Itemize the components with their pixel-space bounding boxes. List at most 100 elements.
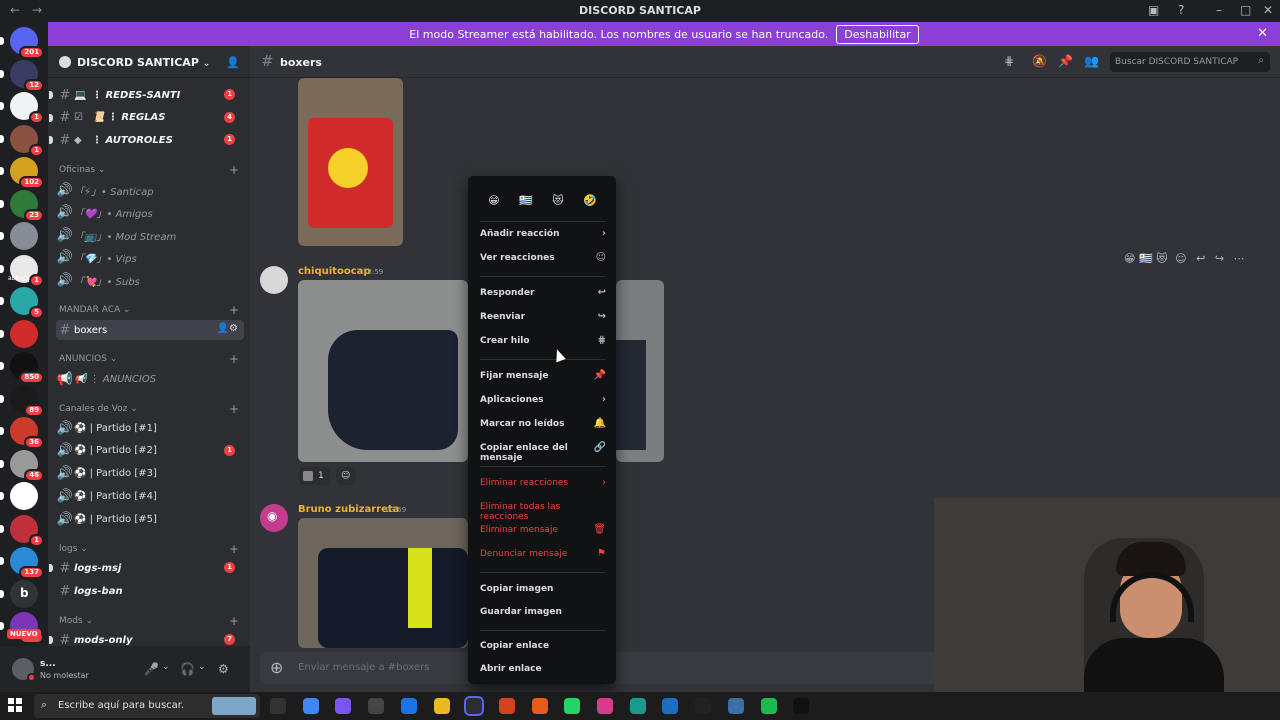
copilot-icon[interactable] — [335, 698, 352, 714]
menu-item[interactable]: Responder ↩ — [480, 287, 606, 298]
window-close-icon[interactable]: ✕ — [1263, 3, 1273, 17]
voice-channel[interactable]: 🔊 ⚽ | Partido [#5] — [56, 509, 244, 529]
server-icon[interactable]: 137 — [0, 547, 44, 579]
maximize-icon[interactable]: □ — [1240, 3, 1251, 17]
app-icon[interactable] — [793, 698, 810, 714]
server-icon[interactable]: 1 — [0, 514, 44, 547]
spotify-icon[interactable] — [760, 698, 777, 714]
server-icon[interactable]: 23 — [0, 189, 44, 222]
sidebar-channel[interactable]: # logs-ban — [56, 581, 244, 601]
message-author[interactable]: chiquitoocap — [298, 266, 371, 277]
quick-reaction-icon[interactable]: 🤣 — [582, 193, 598, 209]
add-channel-icon[interactable]: + — [229, 542, 239, 556]
menu-item[interactable]: Aplicaciones › — [480, 394, 606, 405]
category-anuncios[interactable]: ANUNCIOS ⌄ + — [59, 352, 239, 366]
category-logs[interactable]: logs ⌄ + — [59, 542, 239, 556]
chevron-down-icon[interactable]: ⌄ — [198, 662, 206, 672]
reply-icon[interactable]: ↩ — [1196, 252, 1205, 265]
voice-channel[interactable]: 🔊 「💎」• Vips — [56, 248, 244, 268]
more-icon[interactable]: ⋯ — [1234, 252, 1245, 265]
app-icon[interactable] — [597, 698, 613, 714]
chrome-icon[interactable] — [302, 698, 319, 714]
voice-channel[interactable]: 🔊 「📺」• Mod Stream — [56, 225, 244, 245]
avatar[interactable] — [260, 266, 288, 294]
disable-streamer-button[interactable]: Deshabilitar — [836, 24, 919, 44]
menu-item[interactable]: Abrir enlace — [480, 664, 606, 674]
windows-start-icon[interactable] — [8, 698, 22, 712]
member-list-icon[interactable]: 👥 — [1084, 54, 1099, 68]
server-icon[interactable]: 36 — [0, 417, 44, 449]
file-explorer-icon[interactable] — [433, 698, 450, 714]
avatar[interactable] — [12, 658, 36, 682]
quick-reaction-icon[interactable]: 😁 — [486, 193, 502, 209]
sidebar-channel[interactable]: # logs-msj 1 — [49, 558, 244, 578]
voice-channel[interactable]: 🔊 「⚡」• Santicap — [56, 180, 244, 200]
banner-close-icon[interactable]: ✕ — [1257, 26, 1268, 41]
sidebar-item-boxers[interactable]: # boxers 👤⚙ — [56, 320, 244, 340]
menu-item[interactable]: Denunciar mensaje ⚑ — [480, 548, 606, 559]
server-icon[interactable] — [0, 482, 38, 510]
menu-item[interactable]: Copiar imagen — [480, 584, 606, 594]
pin-icon[interactable]: 📌 — [1058, 54, 1073, 68]
voice-channel[interactable]: 🔊 ⚽ | Partido [#3] — [56, 464, 244, 484]
avatar[interactable]: ◉ — [260, 504, 288, 532]
menu-item[interactable]: Guardar imagen — [480, 607, 606, 617]
category-mandar-aca[interactable]: MANDAR ACA ⌄ + — [59, 303, 239, 317]
menu-item[interactable]: Fijar mensaje 📌 — [480, 370, 606, 381]
settings-gear-icon[interactable]: ⚙ — [218, 662, 229, 676]
epic-icon[interactable] — [368, 698, 385, 714]
taskbar-search[interactable]: ⌕ Escribe aquí para buscar. — [34, 694, 260, 718]
server-icon[interactable]: 850 — [0, 352, 44, 384]
message-image-boxers-3[interactable] — [298, 518, 468, 648]
server-icon[interactable]: 12 — [0, 59, 44, 92]
task-view-icon[interactable] — [270, 698, 286, 714]
forward-icon[interactable]: ↪ — [1215, 252, 1224, 265]
discord-icon[interactable] — [464, 696, 485, 716]
quick-reaction-icon[interactable]: 😻 — [1156, 252, 1167, 265]
add-reaction-icon[interactable]: ☺ — [1175, 252, 1186, 265]
voice-channel[interactable]: 🔊 ⚽ | Partido [#1] — [56, 418, 244, 438]
category-mods[interactable]: Mods ⌄ + — [59, 614, 239, 628]
chevron-down-icon[interactable]: ⌄ — [162, 662, 170, 672]
capcut-icon[interactable] — [695, 698, 712, 714]
menu-item[interactable]: Ver reacciones ☺ — [480, 252, 606, 263]
menu-item[interactable]: Marcar no leídos 🔔 — [480, 418, 606, 429]
minimize-icon[interactable]: – — [1216, 3, 1222, 17]
server-icon[interactable]: 201 — [0, 27, 44, 59]
message-image-shirt[interactable] — [298, 78, 403, 246]
add-reaction-icon[interactable]: ☺ — [336, 467, 356, 485]
help-icon[interactable]: ? — [1178, 3, 1184, 17]
add-channel-icon[interactable]: + — [229, 303, 239, 317]
shield-icon[interactable] — [727, 698, 744, 714]
menu-item[interactable]: Crear hilo ⋕ — [480, 335, 606, 346]
sidebar-channel[interactable]: # 💻 ⋮ REDES-SANTI 1 — [49, 85, 244, 105]
category-voice[interactable]: Canales de Voz ⌄ + — [59, 402, 239, 416]
voice-channel[interactable]: 🔊 ⚽ | Partido [#4] — [56, 486, 244, 506]
server-icon[interactable]: 46 — [0, 449, 44, 482]
outlook-icon[interactable] — [400, 698, 417, 714]
sidebar-channel[interactable]: # ◆ ⋮ AUTOROLES 1 — [49, 130, 244, 150]
category-oficinas[interactable]: Oficinas ⌄ + — [59, 163, 239, 177]
mute-notifications-icon[interactable]: 🔕 — [1032, 54, 1047, 68]
microphone-icon[interactable]: 🎤 — [144, 662, 159, 676]
server-icon[interactable]: 102 — [0, 157, 44, 189]
server-header[interactable]: DISCORD SANTICAP ⌄ 👤 — [48, 46, 250, 78]
obs-icon[interactable] — [498, 698, 515, 714]
menu-item[interactable]: Eliminar reacciones › — [480, 477, 606, 488]
menu-item[interactable]: Añadir reacción › — [480, 228, 606, 239]
menu-item[interactable]: Reenviar ↪ — [480, 311, 606, 322]
app-icon[interactable] — [629, 698, 646, 714]
menu-item[interactable]: Copiar enlace — [480, 641, 606, 651]
app-icon[interactable] — [662, 698, 679, 714]
channel-settings-icon[interactable]: 👤⚙ — [217, 323, 238, 334]
server-icon[interactable]: abbyca 5 — [0, 275, 44, 319]
sidebar-channel[interactable]: # mods-only 7 — [49, 630, 244, 646]
server-icon[interactable] — [0, 319, 38, 348]
server-icon[interactable]: b — [0, 579, 38, 608]
sidebar-channel[interactable]: # ☑ 📜 ⋮ REGLAS 4 — [49, 108, 244, 128]
add-channel-icon[interactable]: + — [229, 402, 239, 416]
quick-reaction-icon[interactable]: 😁 — [1124, 252, 1135, 265]
add-channel-icon[interactable]: + — [229, 163, 239, 177]
server-icon[interactable] — [0, 222, 38, 250]
invite-icon[interactable]: 👤 — [226, 56, 240, 69]
